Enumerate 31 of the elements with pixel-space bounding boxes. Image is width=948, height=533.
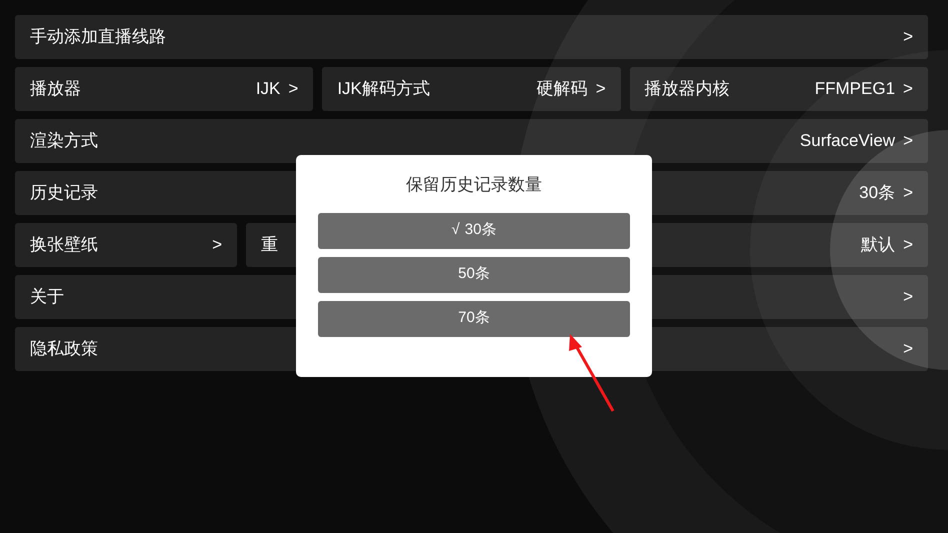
setting-label: 手动添加直播线路 xyxy=(30,26,166,48)
chevron-text: > xyxy=(903,286,913,308)
setting-label: 隐私政策 xyxy=(30,338,98,360)
chevron-text: > xyxy=(903,78,913,100)
option-label: 70条 xyxy=(458,308,490,328)
chevron-text: > xyxy=(903,234,913,256)
setting-label: 播放器内核 xyxy=(644,78,730,100)
setting-label: 换张壁纸 xyxy=(30,234,98,256)
setting-value: IJK xyxy=(256,78,280,100)
option-label: 30条 xyxy=(464,220,496,240)
setting-label: 渲染方式 xyxy=(30,130,98,152)
chevron-text: > xyxy=(903,130,913,152)
setting-label: IJK解码方式 xyxy=(337,78,430,100)
setting-value: 默认 xyxy=(861,234,896,256)
chevron-text: > xyxy=(903,338,913,360)
chevron-text: > xyxy=(596,78,606,100)
setting-label: 重 xyxy=(261,234,278,256)
dialog-title: 保留历史记录数量 xyxy=(406,174,542,196)
chevron-text: > xyxy=(903,182,913,204)
setting-label: 播放器 xyxy=(30,78,81,100)
chevron-text: > xyxy=(288,78,298,100)
setting-value: 硬解码 xyxy=(536,78,588,100)
chevron-text: > xyxy=(903,26,913,48)
setting-value: SurfaceView xyxy=(800,130,896,152)
setting-value: FFMPEG1 xyxy=(814,78,896,100)
setting-label: 关于 xyxy=(30,286,64,308)
check-mark: √ xyxy=(452,220,460,240)
setting-value: 30条 xyxy=(859,182,896,204)
chevron-text: > xyxy=(212,234,222,256)
setting-label: 历史记录 xyxy=(30,182,98,204)
option-label: 50条 xyxy=(458,264,490,284)
